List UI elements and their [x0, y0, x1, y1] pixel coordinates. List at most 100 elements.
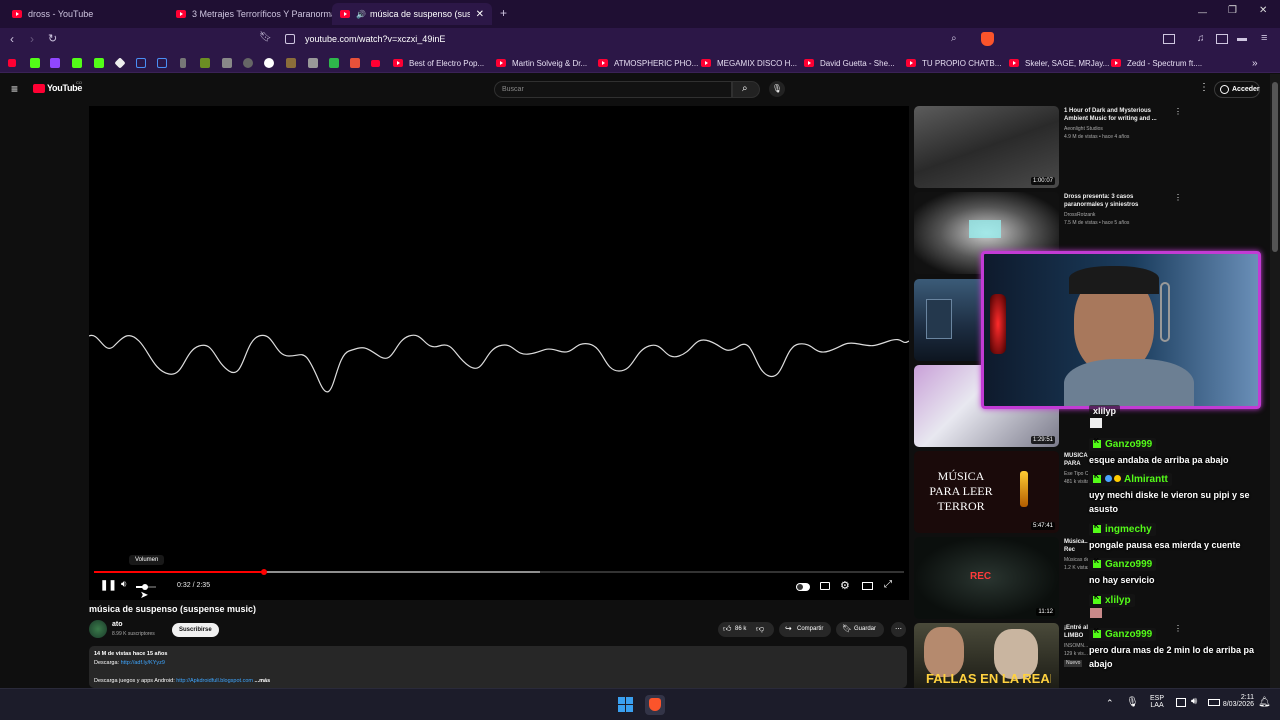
- video-player[interactable]: Volumen ❚❚ 🔉︎ ➤ 0:32 / 2:35 ⚙ ⤢: [89, 106, 909, 601]
- search-input[interactable]: Buscar: [494, 81, 732, 98]
- media-icon[interactable]: ♫: [1197, 33, 1205, 44]
- url-field[interactable]: youtube.com/watch?v=xczxi_49inE: [305, 34, 445, 44]
- menu-icon[interactable]: ≡: [1261, 32, 1267, 44]
- sheet-bookmark-icon[interactable]: [329, 58, 339, 68]
- more-options-icon[interactable]: ⋮: [1199, 82, 1209, 93]
- subscribe-button[interactable]: Suscribirse: [172, 623, 219, 637]
- kick-bookmark-icon[interactable]: [72, 58, 82, 68]
- like-count[interactable]: 86 k: [735, 626, 746, 632]
- minecraft-bookmark-icon[interactable]: [286, 58, 296, 68]
- progress-bar[interactable]: [94, 569, 904, 575]
- save-button[interactable]: 🔖︎ Guardar: [836, 622, 884, 637]
- dot-bookmark-icon[interactable]: [243, 58, 253, 68]
- theater-mode-icon[interactable]: [862, 582, 873, 590]
- bookmark-item[interactable]: TU PROPIO CHATB...: [906, 56, 1001, 70]
- video-thumbnail[interactable]: 1:00:07: [914, 106, 1059, 188]
- close-window-icon[interactable]: ✕: [1259, 5, 1267, 16]
- minimize-icon[interactable]: —: [1198, 7, 1207, 17]
- gear-bookmark-icon[interactable]: [222, 58, 232, 68]
- recommended-channel[interactable]: Aeonlight Studios: [1064, 126, 1103, 133]
- microphone-icon[interactable]: 🎙︎: [1126, 697, 1139, 708]
- recommended-channel[interactable]: Ese Tipo Co...: [1064, 471, 1088, 478]
- bookmark-item[interactable]: Best of Electro Pop...: [393, 56, 484, 70]
- windows-start-icon[interactable]: [618, 697, 633, 712]
- search-button[interactable]: ⌕: [732, 81, 760, 98]
- like-icon[interactable]: 👍︎: [723, 624, 731, 634]
- reload-icon[interactable]: ↻: [48, 32, 57, 45]
- subtitles-icon[interactable]: [820, 582, 830, 590]
- scrollbar-thumb[interactable]: [1272, 82, 1278, 252]
- recommended-title[interactable]: MÚSICA PARA LEER EN EL MISTERIO: [1064, 452, 1092, 468]
- video-thumbnail[interactable]: REC 11:12: [914, 537, 1059, 619]
- more-actions-icon[interactable]: ⋯: [891, 622, 906, 637]
- youtube-logo-icon[interactable]: [33, 84, 45, 93]
- close-tab-icon[interactable]: ✕: [476, 9, 484, 20]
- zoom-icon[interactable]: ⌕: [951, 33, 957, 44]
- volume-icon[interactable]: 🔉︎: [121, 579, 127, 590]
- voice-search-icon[interactable]: 🎙︎: [769, 81, 785, 97]
- settings-gear-icon[interactable]: ⚙: [840, 579, 850, 592]
- brave-shield-icon[interactable]: [981, 32, 994, 46]
- pause-icon[interactable]: ❚❚: [100, 580, 117, 591]
- video-menu-icon[interactable]: ⋮: [1174, 107, 1182, 116]
- recommended-channel[interactable]: DrossRotzank: [1064, 212, 1095, 219]
- clock[interactable]: 2:11 8/03/2026: [1212, 694, 1254, 708]
- autoplay-toggle[interactable]: [796, 583, 810, 591]
- tab-metrajes[interactable]: 3 Metrajes Terroríficos Y Paranormal: [168, 3, 333, 25]
- arrow-bookmark-icon[interactable]: [180, 58, 186, 68]
- wallet-icon[interactable]: ▬: [1237, 33, 1247, 44]
- notification-bell-icon[interactable]: 🔔︎: [1258, 697, 1271, 708]
- bookmark-item[interactable]: David Guetta - She...: [804, 56, 895, 70]
- channel-avatar[interactable]: [89, 620, 107, 638]
- recommended-title[interactable]: 1 Hour of Dark and Mysterious Ambient Mu…: [1064, 107, 1164, 123]
- video-thumbnail[interactable]: MÚSICA PARA LEER TERROR 5:47:41: [914, 451, 1059, 533]
- channel-name[interactable]: ato: [112, 621, 123, 628]
- site-info-icon[interactable]: [285, 34, 295, 44]
- video-thumbnail[interactable]: FALLAS EN LA REALIDAD: [914, 623, 1059, 688]
- box-bookmark-icon[interactable]: [308, 58, 318, 68]
- dislike-icon[interactable]: 👎︎: [756, 624, 764, 634]
- github-bookmark-icon[interactable]: [264, 58, 274, 68]
- video-menu-icon[interactable]: ⋮: [1174, 624, 1182, 633]
- description-link[interactable]: http://adf.ly/KYyz9: [121, 660, 165, 666]
- tab-dross[interactable]: dross - YouTube: [4, 3, 169, 25]
- recommended-title[interactable]: Música... Rec (re...: [1064, 538, 1088, 554]
- page-scrollbar[interactable]: [1270, 74, 1280, 688]
- grid-bookmark-icon[interactable]: [136, 58, 146, 68]
- description-link[interactable]: http://Apkdroidfull.blogspot.com: [176, 678, 253, 684]
- twitch-bookmark-icon[interactable]: [50, 58, 60, 68]
- language-indicator[interactable]: ESP LAA: [1150, 695, 1164, 709]
- chevron-up-icon[interactable]: ⌃: [1106, 698, 1114, 709]
- network-icon[interactable]: [1176, 698, 1186, 707]
- grid-bookmark-icon[interactable]: [157, 58, 167, 68]
- signin-button[interactable]: Acceder: [1214, 81, 1260, 98]
- description-box[interactable]: 14 M de vistas hace 15 años Descarga: ht…: [89, 646, 907, 688]
- bookmark-item[interactable]: MEGAMIX DISCO H...: [701, 56, 797, 70]
- share-button[interactable]: ↪ Compartir: [779, 622, 831, 637]
- tab-musica-suspenso[interactable]: 🔊 música de suspenso (suspens ✕: [332, 3, 492, 25]
- screen-cast-icon[interactable]: [1163, 34, 1175, 44]
- recommended-title[interactable]: Dross presenta: 3 casos paranormales y s…: [1064, 193, 1164, 209]
- youtube-bookmark-icon[interactable]: [371, 59, 380, 67]
- spotify-bookmark-icon[interactable]: [30, 58, 40, 68]
- diamond-bookmark-icon[interactable]: [114, 57, 126, 69]
- video-menu-icon[interactable]: ⋮: [1174, 193, 1182, 202]
- more-bookmarks-icon[interactable]: »: [1252, 56, 1258, 70]
- volume-slider[interactable]: [136, 584, 156, 590]
- bookmark-item[interactable]: ATMOSPHERIC PHO...: [598, 56, 698, 70]
- forward-icon[interactable]: ›: [30, 32, 34, 46]
- speaker-icon[interactable]: 🔊︎: [1191, 696, 1197, 707]
- fullscreen-icon[interactable]: ⤢: [884, 579, 892, 590]
- youtube-bookmark-icon[interactable]: [8, 59, 16, 67]
- bookmark-item[interactable]: Skeler, SAGE, MRJay...: [1009, 56, 1109, 70]
- sidebar-toggle-icon[interactable]: [1216, 34, 1228, 44]
- recommended-channel[interactable]: Músicas de...: [1064, 557, 1088, 564]
- bookmark-item[interactable]: Zedd - Spectrum ft....: [1111, 56, 1202, 70]
- restore-icon[interactable]: ❐: [1228, 5, 1237, 16]
- hamburger-menu-icon[interactable]: ≡: [11, 82, 18, 96]
- cube-bookmark-icon[interactable]: [200, 58, 210, 68]
- show-more-link[interactable]: ...más: [255, 678, 271, 684]
- back-icon[interactable]: ‹: [10, 32, 14, 46]
- bookmark-item[interactable]: Martin Solveig & Dr...: [496, 56, 587, 70]
- kick-bookmark-icon[interactable]: [94, 58, 104, 68]
